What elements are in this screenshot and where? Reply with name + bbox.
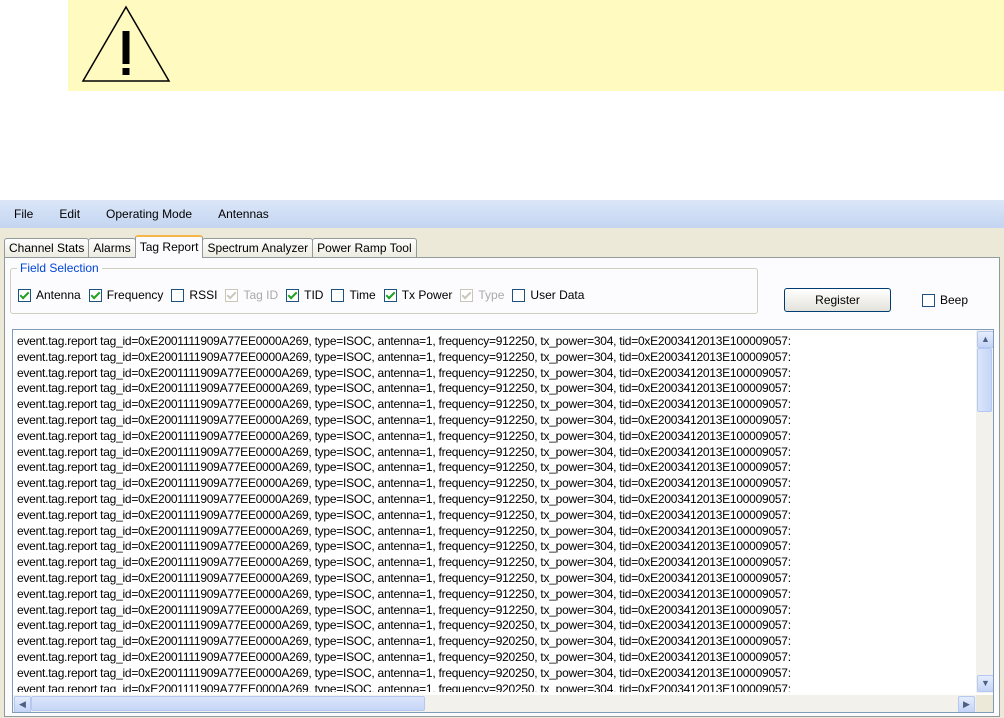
log-line: event.tag.report tag_id=0xE2001111909A77… xyxy=(17,460,791,475)
log-line: event.tag.report tag_id=0xE2001111909A77… xyxy=(17,428,791,443)
application-window: File Edit Operating Mode Antennas Channel S… xyxy=(0,200,1004,718)
checkbox-user-data-box[interactable] xyxy=(512,288,526,302)
checkbox-rssi-label: RSSI xyxy=(189,288,218,302)
tab-spectrum-analyzer[interactable]: Spectrum Analyzer xyxy=(202,238,314,258)
log-line: event.tag.report tag_id=0xE2001111909A77… xyxy=(17,476,791,491)
field-selection-legend: Field Selection xyxy=(17,261,102,275)
log-line: event.tag.report tag_id=0xE2001111909A77… xyxy=(17,681,791,692)
field-checkbox-list: Antenna Frequency RSSI Tag ID TID Time Tx Powe… xyxy=(18,288,592,302)
checkbox-time-box[interactable] xyxy=(331,288,345,302)
checkbox-user-data[interactable]: User Data xyxy=(512,288,584,302)
log-line: event.tag.report tag_id=0xE2001111909A77… xyxy=(17,523,791,538)
checkbox-antenna-label: Antenna xyxy=(36,288,81,302)
log-line: event.tag.report tag_id=0xE2001111909A77… xyxy=(17,618,791,633)
tab-tag-report[interactable]: Tag Report xyxy=(134,235,204,258)
log-line: event.tag.report tag_id=0xE2001111909A77… xyxy=(17,491,791,506)
checkbox-antenna-box[interactable] xyxy=(18,288,31,302)
checkbox-tx-power-box[interactable] xyxy=(383,288,397,302)
checkbox-tx-power-label: Tx Power xyxy=(401,288,453,302)
vertical-scroll-thumb[interactable] xyxy=(977,348,992,412)
checkbox-antenna[interactable]: Antenna xyxy=(18,288,81,302)
chevron-down-icon[interactable]: ▼ xyxy=(977,675,993,692)
tab-power-ramp-tool[interactable]: Power Ramp Tool xyxy=(312,238,417,258)
scrollbar-corner xyxy=(976,695,993,712)
tab-strip: Channel Stats Alarms Tag Report Spectrum An… xyxy=(4,235,417,258)
log-line: event.tag.report tag_id=0xE2001111909A77… xyxy=(17,349,791,364)
log-line: event.tag.report tag_id=0xE2001111909A77… xyxy=(17,444,791,459)
log-line: event.tag.report tag_id=0xE2001111909A77… xyxy=(17,381,791,396)
warning-triangle-icon xyxy=(81,5,171,82)
checkbox-frequency-box[interactable] xyxy=(88,288,102,302)
beep-checkbox[interactable]: Beep xyxy=(922,293,968,307)
log-line: event.tag.report tag_id=0xE2001111909A77… xyxy=(17,539,791,554)
checkbox-frequency-label: Frequency xyxy=(106,288,164,302)
log-line: event.tag.report tag_id=0xE2001111909A77… xyxy=(17,334,791,348)
tab-alarms[interactable]: Alarms xyxy=(88,238,136,258)
checkbox-type-label: Type xyxy=(478,288,505,302)
chevron-right-icon[interactable]: ▶ xyxy=(958,696,975,712)
tag-report-panel: Field Selection Antenna Frequency RSSI Tag … xyxy=(4,257,1000,717)
checkbox-frequency[interactable]: Frequency xyxy=(88,288,164,302)
tag-report-log[interactable]: event.tag.report tag_id=0xE2001111909A77… xyxy=(12,329,994,713)
checkbox-tag-id-box xyxy=(225,288,239,302)
menu-item-antennas[interactable]: Antennas xyxy=(205,200,282,228)
warning-note xyxy=(68,0,1004,91)
log-line: event.tag.report tag_id=0xE2001111909A77… xyxy=(17,634,791,649)
log-lines: event.tag.report tag_id=0xE2001111909A77… xyxy=(17,334,957,692)
menu-item-operating-mode[interactable]: Operating Mode xyxy=(93,200,205,228)
checkbox-type: Type xyxy=(460,288,504,302)
tab-channel-stats[interactable]: Channel Stats xyxy=(4,238,90,258)
menu-item-file[interactable]: File xyxy=(0,200,46,228)
chevron-up-icon[interactable]: ▲ xyxy=(977,331,993,348)
log-line: event.tag.report tag_id=0xE2001111909A77… xyxy=(17,586,791,601)
menu-item-edit[interactable]: Edit xyxy=(46,200,93,228)
log-line: event.tag.report tag_id=0xE2001111909A77… xyxy=(17,555,791,570)
beep-checkbox-box[interactable] xyxy=(922,293,935,307)
checkbox-time-label: Time xyxy=(349,288,376,302)
checkbox-tid-box[interactable] xyxy=(286,288,300,302)
horizontal-scroll-thumb[interactable] xyxy=(31,696,425,711)
vertical-scrollbar[interactable]: ▲ ▼ xyxy=(976,330,993,693)
log-line: event.tag.report tag_id=0xE2001111909A77… xyxy=(17,365,791,380)
checkbox-tx-power[interactable]: Tx Power xyxy=(383,288,453,302)
log-line: event.tag.report tag_id=0xE2001111909A77… xyxy=(17,570,791,585)
chevron-left-icon[interactable]: ◀ xyxy=(14,696,31,712)
log-line: event.tag.report tag_id=0xE2001111909A77… xyxy=(17,412,791,427)
menu-bar: File Edit Operating Mode Antennas xyxy=(0,200,1004,228)
register-button[interactable]: Register xyxy=(784,288,891,312)
checkbox-rssi[interactable]: RSSI xyxy=(171,288,217,302)
checkbox-tag-id: Tag ID xyxy=(225,288,278,302)
checkbox-type-box xyxy=(460,288,474,302)
checkbox-rssi-box[interactable] xyxy=(171,288,185,302)
checkbox-user-data-label: User Data xyxy=(530,288,585,302)
checkbox-tid[interactable]: TID xyxy=(286,288,323,302)
log-line: event.tag.report tag_id=0xE2001111909A77… xyxy=(17,507,791,522)
field-selection-group: Field Selection Antenna Frequency RSSI Tag … xyxy=(10,261,758,314)
beep-label: Beep xyxy=(940,293,969,307)
checkbox-tid-label: TID xyxy=(304,288,324,302)
log-line: event.tag.report tag_id=0xE2001111909A77… xyxy=(17,397,791,412)
horizontal-scrollbar[interactable]: ◀ ▶ xyxy=(13,695,976,712)
log-line: event.tag.report tag_id=0xE2001111909A77… xyxy=(17,665,791,680)
checkbox-time[interactable]: Time xyxy=(331,288,376,302)
log-line: event.tag.report tag_id=0xE2001111909A77… xyxy=(17,602,791,617)
checkbox-tag-id-label: Tag ID xyxy=(243,288,279,302)
log-line: event.tag.report tag_id=0xE2001111909A77… xyxy=(17,649,791,664)
